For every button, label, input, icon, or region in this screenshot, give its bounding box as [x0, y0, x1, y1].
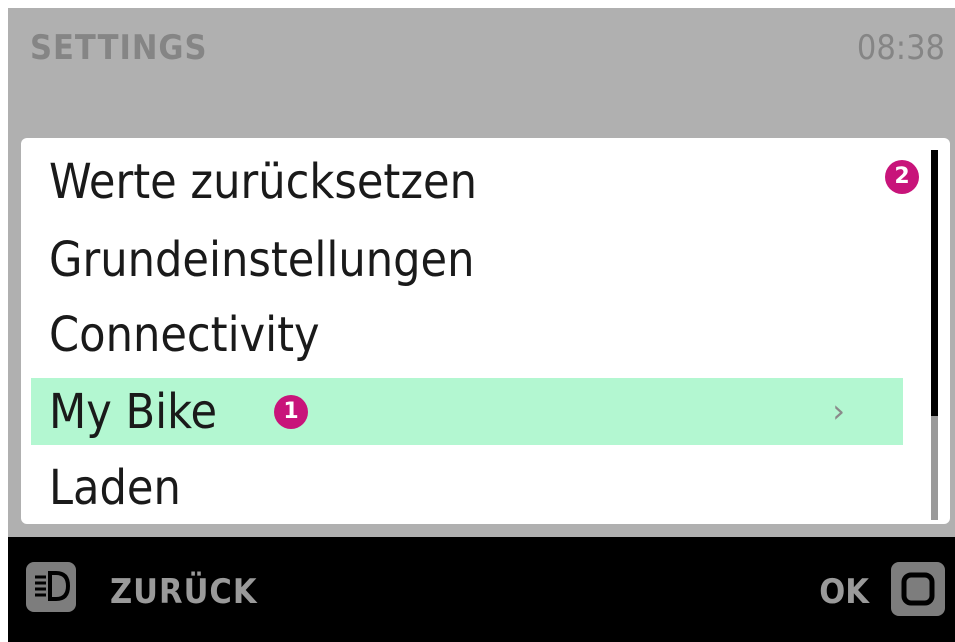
light-button-icon[interactable] [26, 562, 76, 612]
callout-marker-1: 1 [274, 395, 308, 429]
scrollbar-thumb[interactable] [931, 150, 938, 416]
footer-bar: ZURÜCK OK [8, 537, 955, 642]
clock: 08:38 [856, 28, 945, 68]
menu-item-my-bike[interactable]: My Bike › [31, 378, 903, 445]
chevron-right-icon: › [832, 392, 845, 430]
menu-item-label: My Bike [49, 383, 218, 440]
bike-display-screen: SETTINGS 08:38 Werte zurücksetzen Grunde… [8, 8, 955, 642]
settings-menu: Werte zurücksetzen Grundeinstellungen Co… [21, 138, 950, 524]
menu-item-label: Connectivity [49, 306, 320, 363]
menu-item-grundeinstellungen[interactable]: Grundeinstellungen [31, 226, 903, 293]
menu-item-connectivity[interactable]: Connectivity [31, 301, 903, 368]
header-bar: SETTINGS 08:38 [8, 8, 955, 126]
square-button-icon[interactable] [891, 562, 945, 616]
menu-item-label: Werte zurücksetzen [49, 153, 477, 210]
back-button[interactable]: ZURÜCK [110, 572, 258, 612]
callout-marker-2: 2 [885, 160, 919, 194]
menu-item-label: Laden [49, 459, 181, 516]
ok-button[interactable]: OK [819, 572, 869, 612]
page-title: SETTINGS [30, 28, 208, 68]
menu-item-label: Grundeinstellungen [49, 231, 475, 288]
menu-item-werte-zuruecksetzen[interactable]: Werte zurücksetzen [31, 148, 903, 215]
scrollbar[interactable] [931, 150, 938, 520]
menu-item-laden[interactable]: Laden [31, 454, 903, 521]
